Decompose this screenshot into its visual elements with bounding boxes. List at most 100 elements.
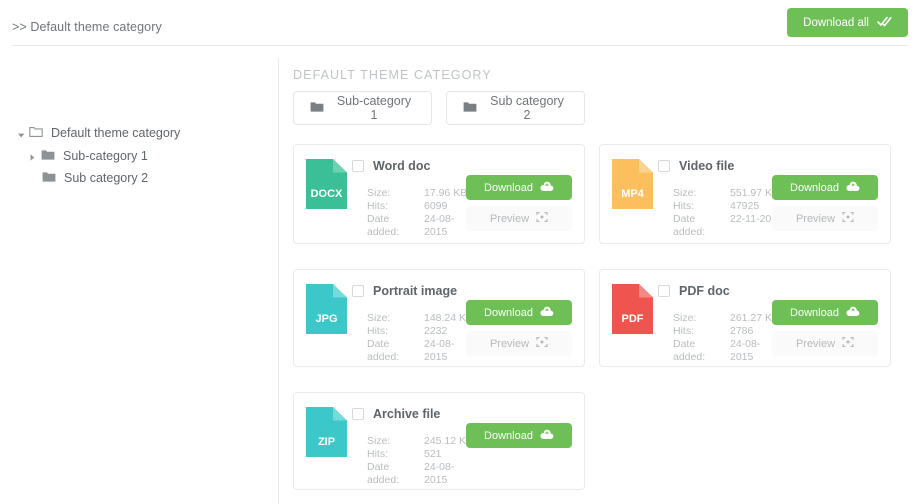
meta-hits: Hits: 6099 bbox=[367, 200, 477, 213]
file-type-icon: PDF bbox=[612, 284, 653, 339]
file-card: DOCX Word doc Size: 17.96 KB Hits: 6099 … bbox=[293, 144, 585, 244]
meta-hits-value: 521 bbox=[424, 448, 477, 461]
download-button[interactable]: Download bbox=[466, 175, 572, 200]
meta-date-label: Date added: bbox=[367, 213, 424, 239]
meta-hits: Hits: 2786 bbox=[673, 325, 783, 338]
subcategory-button-2[interactable]: Sub category 2 bbox=[446, 91, 585, 125]
download-all-button[interactable]: Download all bbox=[787, 8, 908, 37]
file-title: Archive file bbox=[373, 407, 440, 421]
file-title: Word doc bbox=[373, 159, 430, 173]
meta-date: Date added: 24-08-2015 bbox=[673, 338, 783, 364]
file-card: PDF PDF doc Size: 261.27 KB Hits: 2786 D… bbox=[599, 269, 891, 367]
meta-size: Size: 551.97 KB bbox=[673, 187, 783, 200]
svg-text:JPG: JPG bbox=[315, 313, 337, 325]
file-actions: Download Preview bbox=[466, 300, 572, 356]
download-button[interactable]: Download bbox=[466, 423, 572, 448]
expand-icon bbox=[842, 211, 854, 226]
category-tree: Default theme category Sub-category 1 Su… bbox=[0, 58, 278, 504]
svg-text:DOCX: DOCX bbox=[311, 188, 343, 200]
meta-size: Size: 245.12 KB bbox=[367, 435, 477, 448]
download-button[interactable]: Download bbox=[772, 300, 878, 325]
subcategory-label: Sub-category 1 bbox=[333, 94, 415, 122]
meta-date-value: 24-08-2015 bbox=[424, 461, 477, 487]
double-check-icon bbox=[877, 16, 892, 30]
file-metadata: Size: 245.12 KB Hits: 521 Date added: 24… bbox=[367, 435, 477, 487]
cloud-download-icon bbox=[540, 181, 554, 195]
preview-label: Preview bbox=[796, 213, 835, 225]
file-title: Video file bbox=[679, 159, 734, 173]
meta-size-label: Size: bbox=[673, 312, 730, 325]
download-all-label: Download all bbox=[803, 17, 869, 29]
meta-hits: Hits: 2232 bbox=[367, 325, 477, 338]
file-manager-page: >> Default theme category Download all bbox=[0, 0, 920, 504]
sidebar-item-default-theme-category[interactable]: Default theme category bbox=[18, 126, 180, 141]
sidebar-item-sub-category-2[interactable]: Sub category 2 bbox=[42, 171, 148, 186]
folder-icon bbox=[463, 101, 477, 116]
file-actions: Download bbox=[466, 423, 572, 448]
file-card-header: Archive file bbox=[352, 407, 440, 421]
file-metadata: Size: 148.24 KB Hits: 2232 Date added: 2… bbox=[367, 312, 477, 364]
meta-hits: Hits: 47925 bbox=[673, 200, 783, 213]
preview-label: Preview bbox=[490, 338, 529, 350]
content-panel: DEFAULT THEME CATEGORY Sub-category 1 Su… bbox=[279, 58, 920, 504]
file-metadata: Size: 17.96 KB Hits: 6099 Date added: 24… bbox=[367, 187, 477, 239]
folder-icon bbox=[310, 101, 324, 116]
download-button[interactable]: Download bbox=[466, 300, 572, 325]
cloud-download-icon bbox=[846, 181, 860, 195]
preview-button[interactable]: Preview bbox=[466, 331, 572, 356]
caret-right-icon[interactable] bbox=[30, 150, 41, 164]
file-type-icon: DOCX bbox=[306, 159, 347, 214]
top-bar: >> Default theme category Download all bbox=[0, 0, 920, 45]
breadcrumb: >> Default theme category bbox=[12, 20, 162, 34]
meta-size-label: Size: bbox=[367, 187, 424, 200]
file-actions: Download Preview bbox=[772, 300, 878, 356]
sidebar-item-label: Sub category 2 bbox=[64, 171, 148, 186]
sidebar-item-label: Sub-category 1 bbox=[63, 149, 148, 164]
file-actions: Download Preview bbox=[772, 175, 878, 231]
file-type-icon: JPG bbox=[306, 284, 347, 339]
preview-button[interactable]: Preview bbox=[466, 206, 572, 231]
svg-text:MP4: MP4 bbox=[621, 188, 645, 200]
subcategory-label: Sub category 2 bbox=[486, 94, 568, 122]
meta-hits-label: Hits: bbox=[673, 325, 730, 338]
meta-hits-label: Hits: bbox=[673, 200, 730, 213]
meta-date-label: Date added: bbox=[367, 338, 424, 364]
sidebar-item-sub-category-1[interactable]: Sub-category 1 bbox=[30, 149, 148, 164]
folder-open-icon bbox=[29, 126, 43, 141]
download-label: Download bbox=[790, 307, 839, 319]
file-select-checkbox[interactable] bbox=[352, 160, 364, 172]
subcategory-button-1[interactable]: Sub-category 1 bbox=[293, 91, 432, 125]
meta-size: Size: 148.24 KB bbox=[367, 312, 477, 325]
file-card-header: PDF doc bbox=[658, 284, 730, 298]
file-card: MP4 Video file Size: 551.97 KB Hits: 479… bbox=[599, 144, 891, 244]
folder-icon bbox=[42, 171, 56, 186]
meta-date-label: Date added: bbox=[673, 213, 730, 239]
download-button[interactable]: Download bbox=[772, 175, 878, 200]
page-title: DEFAULT THEME CATEGORY bbox=[293, 68, 492, 82]
file-card: ZIP Archive file Size: 245.12 KB Hits: 5… bbox=[293, 392, 585, 490]
file-card-header: Word doc bbox=[352, 159, 430, 173]
meta-size-label: Size: bbox=[367, 312, 424, 325]
expand-icon bbox=[536, 336, 548, 351]
download-label: Download bbox=[484, 307, 533, 319]
file-select-checkbox[interactable] bbox=[658, 160, 670, 172]
download-label: Download bbox=[484, 430, 533, 442]
preview-button[interactable]: Preview bbox=[772, 206, 878, 231]
preview-button[interactable]: Preview bbox=[772, 331, 878, 356]
file-card-header: Portrait image bbox=[352, 284, 457, 298]
download-label: Download bbox=[790, 182, 839, 194]
cloud-download-icon bbox=[540, 429, 554, 443]
meta-hits-label: Hits: bbox=[367, 448, 424, 461]
file-type-icon: ZIP bbox=[306, 407, 347, 462]
file-select-checkbox[interactable] bbox=[658, 285, 670, 297]
meta-size: Size: 261.27 KB bbox=[673, 312, 783, 325]
file-metadata: Size: 261.27 KB Hits: 2786 Date added: 2… bbox=[673, 312, 783, 364]
svg-text:PDF: PDF bbox=[622, 313, 644, 325]
file-card: JPG Portrait image Size: 148.24 KB Hits:… bbox=[293, 269, 585, 367]
file-select-checkbox[interactable] bbox=[352, 285, 364, 297]
caret-down-icon[interactable] bbox=[18, 127, 29, 141]
file-select-checkbox[interactable] bbox=[352, 408, 364, 420]
svg-text:ZIP: ZIP bbox=[318, 436, 335, 448]
file-actions: Download Preview bbox=[466, 175, 572, 231]
meta-hits: Hits: 521 bbox=[367, 448, 477, 461]
